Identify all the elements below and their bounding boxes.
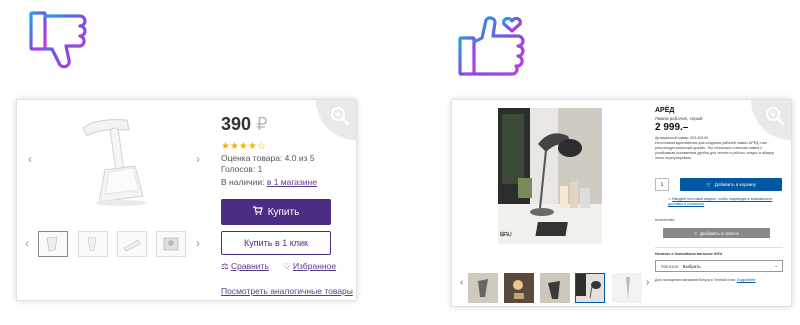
gallery-thumb[interactable] bbox=[38, 231, 68, 257]
gallery-thumb[interactable] bbox=[156, 231, 186, 257]
list-icon: ≡ bbox=[694, 230, 697, 236]
add-to-cart-button[interactable]: 🛒 Добавить в корзину bbox=[680, 178, 782, 191]
currency-sign: ₽ bbox=[256, 114, 268, 134]
gallery-thumb[interactable] bbox=[612, 273, 642, 303]
store-note-text: Для посещения магазина бонуса в Теплый с… bbox=[655, 278, 736, 282]
availability: В наличии: в 1 магазине bbox=[221, 177, 317, 187]
gallery-thumb[interactable] bbox=[468, 273, 498, 303]
zoom-button[interactable] bbox=[316, 100, 356, 140]
gallery-next-button[interactable]: › bbox=[196, 152, 200, 166]
thumbs-next-button[interactable]: › bbox=[196, 236, 200, 250]
cart-icon: 🛒 bbox=[706, 181, 712, 187]
heart-icon: ♡ bbox=[283, 261, 291, 271]
product-title: АРЁД bbox=[655, 107, 675, 114]
gallery-thumb-active[interactable] bbox=[575, 273, 605, 303]
thumbs-prev-button[interactable]: ‹ bbox=[25, 236, 29, 250]
votes-text: Голосов: 1 bbox=[221, 164, 263, 174]
add-to-cart-label: Добавить в корзину bbox=[714, 182, 756, 187]
thumbs-up-heart-icon bbox=[456, 8, 532, 78]
store-select[interactable]: Магазин: Выбрать ⌄ bbox=[655, 260, 783, 272]
compare-icon: ⚖ bbox=[221, 261, 229, 271]
chevron-down-icon: ⌄ bbox=[774, 263, 778, 268]
availability-link[interactable]: в 1 магазине bbox=[267, 177, 317, 187]
product-photo bbox=[498, 108, 602, 244]
similar-products-link[interactable]: Посмотреть аналогичные товары ⌄ bbox=[221, 281, 356, 300]
add-to-list-label: Добавить в список bbox=[699, 230, 739, 236]
store-value: Выбрать bbox=[682, 263, 701, 269]
thumbs-down-icon bbox=[26, 10, 96, 74]
product-subtitle: Лампа рабочая, серый bbox=[655, 116, 703, 121]
cart-icon bbox=[252, 206, 263, 218]
delivery-info: ▭ Введите почтовый индекс, чтобы подтвер… bbox=[668, 197, 778, 207]
photo-caption-mark: ᗺᗩᑌ bbox=[500, 232, 512, 238]
store-note: Для посещения магазина бонуса в Теплый с… bbox=[655, 278, 756, 283]
rating-stars: ★★★★☆ bbox=[221, 141, 266, 152]
one-click-button[interactable]: Купить в 1 клик bbox=[221, 231, 331, 255]
quantity-input[interactable]: 1 bbox=[655, 178, 669, 191]
gallery-prev-button[interactable]: ‹ bbox=[28, 152, 32, 166]
favorites-label: Избранное bbox=[293, 261, 337, 271]
zoom-in-icon bbox=[766, 107, 785, 126]
product-price: 2 999.– bbox=[655, 122, 689, 133]
rating-text: Оценка товара: 4.0 из 5 bbox=[221, 153, 315, 163]
gallery-thumb[interactable] bbox=[78, 231, 108, 257]
product-description: Источником вдохновения для создания рабо… bbox=[655, 141, 775, 160]
compare-label: Сравнить bbox=[231, 261, 269, 271]
delivery-link[interactable]: Введите почтовый индекс, чтобы подтверди… bbox=[668, 197, 772, 206]
gallery-thumb[interactable] bbox=[117, 231, 147, 257]
quantity-label: Количество: bbox=[655, 218, 676, 222]
product-image bbox=[65, 110, 175, 215]
divider bbox=[655, 247, 783, 248]
similar-label: Посмотреть аналогичные товары bbox=[221, 286, 353, 296]
buy-label: Купить bbox=[267, 206, 300, 218]
buy-button[interactable]: Купить bbox=[221, 199, 331, 225]
add-to-list-button[interactable]: ≡ Добавить в список bbox=[663, 228, 770, 238]
store-more-link[interactable]: Подробнее bbox=[737, 278, 756, 282]
store-availability-label: Наличие в ближайшем магазине IKEA bbox=[655, 252, 723, 256]
gallery-next-button[interactable]: › bbox=[646, 277, 649, 288]
availability-label: В наличии: bbox=[221, 177, 265, 187]
product-card-bad: ‹ › ‹ › 390 ₽ ★★★★☆ Оценка товара: 4.0 и… bbox=[16, 99, 357, 301]
compare-link[interactable]: ⚖ Сравнить bbox=[221, 261, 269, 272]
gallery-prev-button[interactable]: ‹ bbox=[460, 277, 463, 288]
truck-icon: ▭ bbox=[668, 197, 672, 201]
store-prefix: Магазин: bbox=[661, 263, 680, 269]
product-card-good: ᗺᗩᑌ АРЁД Лампа рабочая, серый 2 999.– Ар… bbox=[451, 99, 792, 307]
gallery-thumb[interactable] bbox=[540, 273, 570, 303]
zoom-in-icon bbox=[331, 107, 350, 126]
favorites-link[interactable]: ♡ Избранное bbox=[283, 261, 336, 272]
zoom-button[interactable] bbox=[751, 100, 791, 140]
gallery-thumb[interactable] bbox=[504, 273, 534, 303]
price: 390 ₽ bbox=[221, 114, 268, 134]
